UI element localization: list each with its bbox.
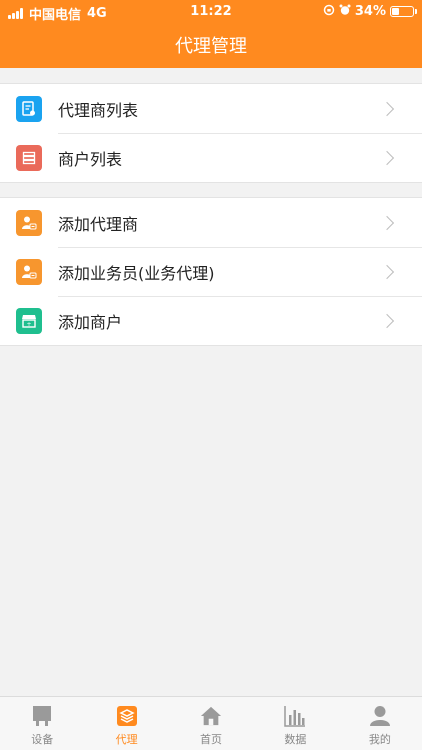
tab-label: 我的 [368,733,391,746]
menu-item-label: 添加代理商 [58,214,139,234]
header: 中国电信 4G 11:22 34% 代理管理 [0,0,422,68]
device-icon [31,704,53,728]
chevron-right-icon [379,101,395,116]
tab-home[interactable]: 首页 [169,697,253,750]
agent-list-icon [16,95,42,122]
menu-item-add-agent[interactable]: 添加代理商 [0,198,422,247]
profile-icon [369,704,391,728]
tab-label: 代理 [115,733,138,746]
home-icon [200,704,222,728]
add-salesman-icon [16,258,42,285]
chevron-right-icon [379,215,395,230]
tab-agent[interactable]: 代理 [84,697,168,750]
battery-percent: 34% [354,4,386,19]
battery-icon [390,6,417,17]
add-actions-group: 添加代理商 添加业务员(业务代理) + 添加商户 [0,197,422,346]
alarm-icon [339,4,351,19]
menu-item-add-merchant[interactable]: + 添加商户 [0,296,422,345]
tab-device[interactable]: 设备 [0,697,84,750]
tab-bar: 设备 代理 首页 数据 我的 [0,696,422,750]
tab-label: 首页 [200,733,223,746]
menu-item-label: 添加业务员(业务代理) [58,263,215,283]
menu-item-label: 添加商户 [58,312,123,332]
tab-data[interactable]: 数据 [253,697,337,750]
tab-label: 数据 [284,733,307,746]
chevron-right-icon [379,313,395,328]
status-bar: 中国电信 4G 11:22 34% [0,0,422,23]
menu-item-merchant-list[interactable]: 商户列表 [0,133,422,182]
chevron-right-icon [379,264,395,279]
tab-profile[interactable]: 我的 [338,697,422,750]
data-icon [284,704,306,728]
add-merchant-icon: + [16,307,42,334]
menu-item-agent-list[interactable]: 代理商列表 [0,84,422,133]
chevron-right-icon [379,150,395,165]
menu-item-add-salesman[interactable]: 添加业务员(业务代理) [0,247,422,296]
merchant-list-icon [16,144,42,171]
menu-item-label: 商户列表 [58,149,123,169]
rotation-lock-icon [323,4,335,19]
agent-list-group: 代理商列表 商户列表 [0,83,422,183]
tab-label: 设备 [31,733,54,746]
add-agent-icon [16,209,42,236]
menu-item-label: 代理商列表 [58,100,139,120]
agent-icon [116,704,138,728]
page-title: 代理管理 [175,36,247,57]
svg-text:+: + [26,321,31,328]
